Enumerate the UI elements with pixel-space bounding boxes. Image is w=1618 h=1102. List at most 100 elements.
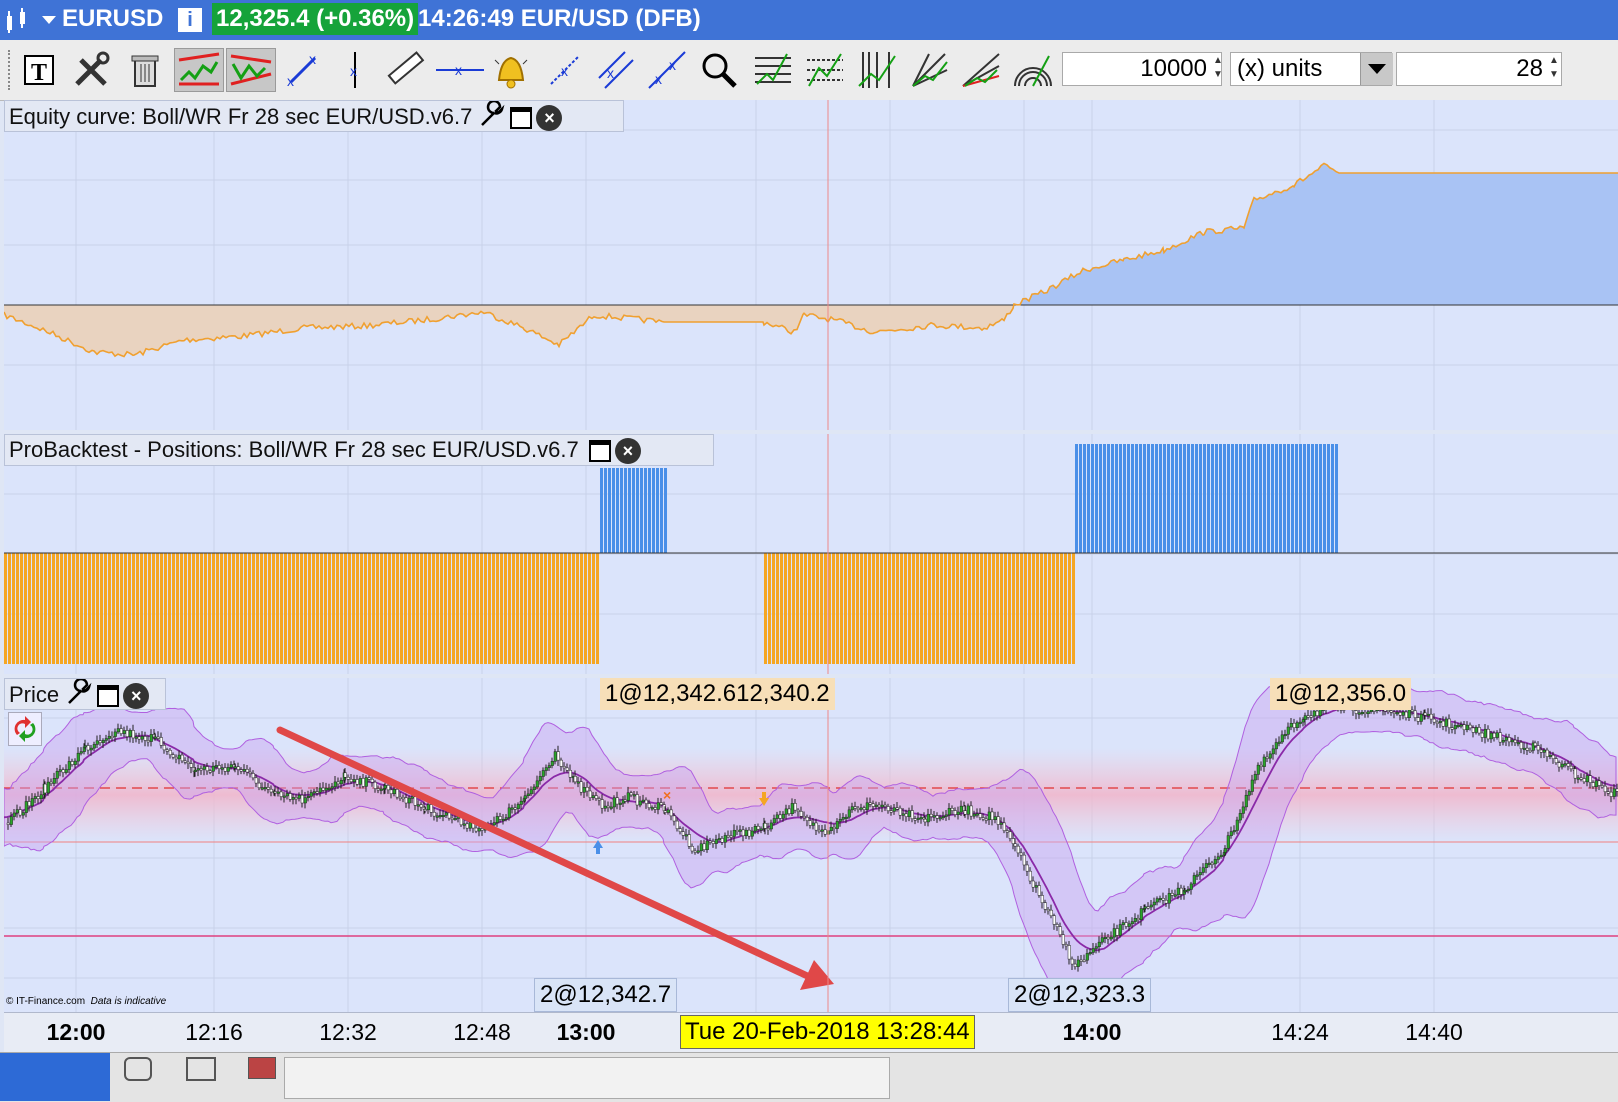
zoom-icon[interactable] <box>698 48 740 92</box>
short-position-bar <box>876 553 879 664</box>
short-position-bar <box>320 553 323 664</box>
candle-body <box>407 797 411 804</box>
draw-tools-icon[interactable] <box>70 48 112 92</box>
long-position-bar <box>1287 444 1290 553</box>
short-position-bar <box>852 553 855 664</box>
vertical-line-icon[interactable]: x <box>334 48 376 92</box>
short-position-bar <box>444 553 447 664</box>
close-icon[interactable]: × <box>536 105 563 131</box>
bottom-icon-3[interactable] <box>248 1057 276 1079</box>
close-icon[interactable]: × <box>123 683 150 709</box>
candle-body <box>297 794 301 799</box>
bottom-tab[interactable] <box>0 1053 110 1101</box>
time-axis[interactable]: 12:00 12:16 12:32 12:48 13:00 14:00 14:24 14:40… <box>4 1012 1618 1053</box>
candle-body <box>753 826 757 832</box>
candle-body <box>245 769 249 773</box>
short-position-bar <box>784 553 787 664</box>
fibo-levels-icon[interactable] <box>804 48 846 92</box>
equity-panel-header[interactable]: Equity curve: Boll/WR Fr 28 sec EUR/USD.… <box>4 100 624 132</box>
candle-body <box>1076 959 1080 967</box>
candle-body <box>923 818 927 823</box>
parallel-lines-icon[interactable]: x <box>594 48 636 92</box>
refresh-icon[interactable] <box>8 712 42 746</box>
candle-body <box>663 810 667 813</box>
short-position-bar <box>1064 553 1067 664</box>
line-arrow-icon[interactable]: x <box>544 48 586 92</box>
candle-body <box>149 734 153 742</box>
quantity-stepper[interactable]: ▲ ▼ <box>1212 54 1224 84</box>
horizontal-line-icon[interactable]: x <box>436 48 484 92</box>
fibo-arcs-icon[interactable] <box>1012 48 1054 92</box>
short-position-bar <box>188 553 191 664</box>
long-position-bar <box>1075 444 1078 553</box>
long-position-bar <box>1311 444 1314 553</box>
half-line-icon[interactable]: xx <box>646 48 688 92</box>
price-panel-header[interactable]: Price × <box>4 678 166 710</box>
candle-body <box>944 814 948 817</box>
candle-body <box>1198 872 1202 876</box>
candle-body <box>1560 763 1564 768</box>
short-position-bar <box>836 553 839 664</box>
order-label-bottom-right: 2@12,323.3 <box>1008 978 1152 1012</box>
long-position-bar <box>1335 444 1338 553</box>
wrench-icon[interactable] <box>478 100 506 135</box>
short-position-bar <box>976 553 979 664</box>
maximize-icon[interactable] <box>588 440 611 463</box>
candle-body <box>1176 887 1180 896</box>
fibo-retracement-icon[interactable] <box>752 48 794 92</box>
short-position-bar <box>900 553 903 664</box>
candle-body <box>223 767 227 772</box>
positions-panel-header[interactable]: ProBacktest - Positions: Boll/WR Fr 28 s… <box>4 434 714 466</box>
dropdown-icon[interactable] <box>42 16 56 24</box>
period-input[interactable]: 28 <box>1396 52 1562 86</box>
candle-body <box>1277 741 1281 744</box>
gann-fan-icon[interactable] <box>908 48 950 92</box>
maximize-icon[interactable] <box>510 107 533 129</box>
candle-body <box>999 822 1003 825</box>
period-stepper[interactable]: ▲ ▼ <box>1548 54 1560 84</box>
trend-line-icon[interactable] <box>174 48 224 92</box>
candle-body <box>763 823 767 829</box>
candle-body <box>180 754 184 762</box>
candle-body <box>612 797 616 808</box>
alert-bell-icon[interactable] <box>490 48 532 92</box>
wrench-icon[interactable] <box>65 678 93 713</box>
long-position-bar <box>1271 444 1274 553</box>
fibo-timezones-icon[interactable] <box>856 48 898 92</box>
bottom-bar <box>0 1052 1618 1102</box>
candle-body <box>775 814 779 819</box>
triangle-icon[interactable] <box>226 48 276 92</box>
short-position-bar <box>224 553 227 664</box>
speed-lines-icon[interactable] <box>960 48 1002 92</box>
bottom-icon-1[interactable] <box>124 1057 152 1081</box>
candle-body <box>990 811 994 820</box>
candle-body <box>432 812 436 817</box>
ruler-icon[interactable] <box>384 48 426 92</box>
candle-body <box>492 822 496 826</box>
candle-body <box>579 781 583 793</box>
candle-body <box>1395 712 1399 715</box>
quantity-input[interactable]: 10000 <box>1062 52 1222 86</box>
candle-body <box>723 835 727 843</box>
segment-icon[interactable]: xx <box>282 48 324 92</box>
chart-type-icon[interactable] <box>4 8 34 33</box>
short-position-bar <box>948 553 951 664</box>
short-position-bar <box>156 553 159 664</box>
panel-title: ProBacktest - Positions: Boll/WR Fr 28 s… <box>9 437 579 462</box>
candle-body <box>110 735 114 738</box>
trash-icon[interactable] <box>124 48 166 92</box>
close-icon[interactable]: × <box>614 438 641 465</box>
maximize-icon[interactable] <box>97 685 120 707</box>
text-tool-icon[interactable]: T <box>18 48 60 92</box>
short-position-bar <box>160 553 163 664</box>
candle-body <box>18 809 22 816</box>
short-position-bar <box>1004 553 1007 664</box>
candle-body <box>450 817 454 820</box>
info-icon[interactable]: i <box>178 8 202 32</box>
chevron-down-icon[interactable] <box>1360 53 1393 85</box>
candle-body <box>507 807 511 818</box>
symbol-label[interactable]: EURUSD <box>62 5 163 33</box>
candle-body <box>778 814 782 819</box>
bottom-scroll[interactable] <box>284 1057 890 1099</box>
bottom-icon-2[interactable] <box>186 1057 216 1081</box>
